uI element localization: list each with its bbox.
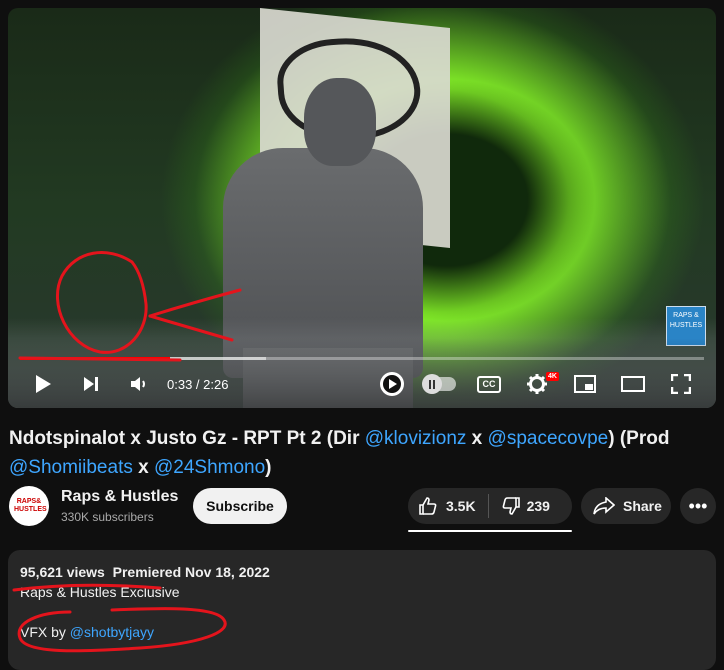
share-button[interactable]: Share bbox=[581, 488, 671, 524]
description-line-2: VFX by @shotbytjayy bbox=[20, 624, 154, 640]
time-separator: / bbox=[192, 377, 204, 392]
avatar-logo-text: RAPS& HUSTLES bbox=[14, 498, 47, 513]
like-focus-underline bbox=[408, 530, 572, 532]
miniplayer-button[interactable] bbox=[572, 370, 598, 398]
settings-gear-icon bbox=[527, 374, 547, 394]
premiere-date: Premiered Nov 18, 2022 bbox=[112, 564, 270, 580]
autoplay-track bbox=[422, 374, 456, 394]
time-total: 2:26 bbox=[203, 377, 229, 392]
more-actions-button[interactable]: ••• bbox=[680, 488, 716, 524]
title-text-prod: ) (Prod bbox=[608, 428, 675, 449]
title-text-x2: x bbox=[132, 457, 154, 478]
thumbs-up-icon bbox=[419, 497, 437, 515]
cc-icon: CC bbox=[477, 375, 501, 393]
mention-link-director-2[interactable]: @spacecovpe bbox=[488, 428, 609, 449]
mention-link-producer-2[interactable]: @24Shmono bbox=[154, 457, 265, 478]
autoplay-toggle[interactable] bbox=[422, 370, 458, 398]
channel-avatar[interactable]: RAPS& HUSTLES bbox=[9, 486, 49, 526]
shield-play-icon bbox=[380, 372, 404, 396]
video-title: Ndotspinalot x Justo Gz - RPT Pt 2 (Dir … bbox=[9, 424, 689, 482]
fullscreen-icon bbox=[671, 374, 691, 394]
share-label: Share bbox=[623, 498, 662, 514]
mention-link-producer-1[interactable]: @Shomiibeats bbox=[9, 457, 133, 478]
time-display: 0:33 / 2:26 bbox=[167, 377, 228, 392]
subscribe-button[interactable]: Subscribe bbox=[193, 488, 287, 524]
volume-icon bbox=[131, 377, 145, 391]
thumbs-down-icon bbox=[502, 497, 520, 515]
shield-play-button[interactable] bbox=[378, 370, 406, 398]
dislike-button[interactable]: 239 bbox=[489, 488, 564, 524]
like-count: 3.5K bbox=[446, 498, 476, 514]
next-icon bbox=[84, 377, 98, 391]
captions-button[interactable]: CC bbox=[476, 370, 502, 398]
video-player[interactable]: RAPS & HUSTLES 0:33 / 2:26 CC 4K bbox=[8, 8, 716, 408]
pause-icon bbox=[429, 379, 435, 389]
share-icon bbox=[593, 497, 615, 515]
like-dislike-group: 3.5K 239 bbox=[408, 488, 572, 524]
progress-played bbox=[20, 357, 170, 360]
description-line-1: Raps & Hustles Exclusive bbox=[20, 584, 180, 600]
title-text-x1: x bbox=[466, 428, 488, 449]
view-count: 95,621 views bbox=[20, 564, 105, 580]
controls-shade bbox=[8, 338, 716, 408]
video-frame-head bbox=[304, 78, 376, 166]
mention-link-vfx[interactable]: @shotbytjayy bbox=[70, 624, 154, 640]
fullscreen-button[interactable] bbox=[668, 370, 694, 398]
theater-icon bbox=[621, 376, 645, 392]
play-icon bbox=[36, 375, 51, 393]
title-text-close: ) bbox=[265, 457, 272, 478]
channel-name[interactable]: Raps & Hustles bbox=[61, 488, 178, 506]
title-text-prefix: Ndotspinalot x Justo Gz - RPT Pt 2 (Dir bbox=[9, 428, 365, 449]
description-box[interactable]: 95,621 views Premiered Nov 18, 2022 Raps… bbox=[8, 550, 716, 670]
description-meta: 95,621 views Premiered Nov 18, 2022 bbox=[20, 564, 270, 580]
quality-badge: 4K bbox=[546, 372, 559, 381]
miniplayer-icon bbox=[574, 375, 596, 393]
description-line-2-text: VFX by bbox=[20, 624, 70, 640]
volume-button[interactable] bbox=[126, 370, 152, 398]
play-button[interactable] bbox=[30, 370, 56, 398]
autoplay-knob bbox=[422, 374, 442, 394]
dislike-count: 239 bbox=[526, 498, 550, 514]
mention-link-director-1[interactable]: @klovizionz bbox=[365, 428, 467, 449]
subscriber-count: 330K subscribers bbox=[61, 510, 154, 524]
theater-mode-button[interactable] bbox=[620, 370, 646, 398]
next-button[interactable] bbox=[78, 370, 104, 398]
time-current: 0:33 bbox=[167, 377, 193, 392]
progress-bar[interactable] bbox=[20, 357, 704, 360]
like-button[interactable]: 3.5K bbox=[408, 488, 488, 524]
